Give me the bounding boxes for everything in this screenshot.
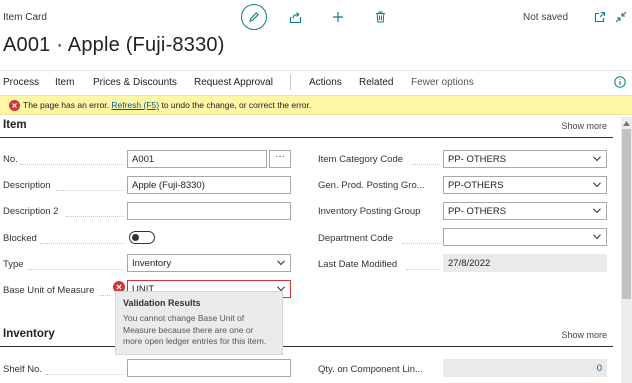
dot-leader — [402, 243, 440, 245]
trash-icon — [375, 11, 385, 23]
edit-button[interactable] — [241, 4, 267, 30]
action-separator — [290, 74, 291, 90]
error-text-after: to undo the change, or correct the error… — [159, 100, 312, 110]
action-prices-discounts[interactable]: Prices & Discounts — [93, 77, 177, 88]
error-text-before: The page has an error. — [23, 100, 112, 110]
gen-prod-posting-field[interactable]: PP-OTHERS — [443, 176, 607, 194]
dot-leader — [46, 374, 124, 376]
save-status: Not saved — [523, 12, 569, 23]
dot-leader — [40, 243, 124, 245]
validation-title: Validation Results — [123, 298, 201, 308]
action-bar: Process Item Prices & Discounts Request … — [0, 70, 632, 95]
inventory-posting-label: Inventory Posting Group — [318, 206, 421, 217]
item-show-more-link[interactable]: Show more — [561, 121, 607, 131]
scroll-up-icon[interactable] — [623, 121, 630, 126]
vertical-scrollbar[interactable] — [621, 117, 632, 383]
blocked-toggle[interactable] — [129, 231, 155, 244]
department-code-field[interactable] — [443, 228, 607, 246]
dot-leader — [28, 269, 124, 271]
department-code-label: Department Code — [318, 233, 393, 244]
pencil-icon — [249, 12, 259, 22]
validation-tooltip: Validation Results You cannot change Bas… — [115, 291, 283, 355]
inventory-posting-value: PP- OTHERS — [448, 206, 507, 217]
type-select[interactable]: Inventory — [127, 254, 291, 272]
open-new-window-icon — [594, 11, 606, 23]
last-date-modified-label: Last Date Modified — [318, 259, 398, 270]
dot-leader — [20, 164, 124, 166]
inventory-posting-field[interactable]: PP- OTHERS — [443, 202, 607, 220]
chevron-down-icon — [593, 156, 601, 162]
chevron-down-icon — [593, 234, 601, 240]
share-icon — [289, 11, 301, 23]
item-category-label: Item Category Code — [318, 154, 404, 165]
dot-leader — [56, 190, 124, 192]
collapse-icon — [615, 11, 627, 23]
item-category-value: PP- OTHERS — [448, 154, 507, 165]
new-button[interactable] — [331, 10, 345, 24]
chevron-down-icon — [593, 182, 601, 188]
no-lookup-button[interactable]: ··· — [269, 150, 291, 168]
gen-prod-posting-label: Gen. Prod. Posting Gro... — [318, 180, 425, 191]
dot-leader — [66, 216, 124, 218]
collapse-button[interactable] — [614, 10, 628, 24]
gen-prod-posting-value: PP-OTHERS — [448, 180, 504, 191]
action-process[interactable]: Process — [3, 77, 39, 88]
description-2-label: Description 2 — [3, 206, 59, 217]
shelf-no-field[interactable] — [127, 359, 291, 377]
open-new-window-button[interactable] — [593, 10, 607, 24]
toggle-knob — [132, 234, 139, 241]
action-request-approval[interactable]: Request Approval — [194, 77, 273, 88]
chevron-down-icon — [593, 208, 601, 214]
error-message: The page has an error. Refresh (F5) to u… — [23, 100, 311, 110]
no-label: No. — [3, 154, 18, 165]
inventory-show-more-link[interactable]: Show more — [561, 330, 607, 340]
description-2-field[interactable] — [127, 202, 291, 220]
error-icon — [9, 100, 20, 111]
error-bar: The page has an error. Refresh (F5) to u… — [0, 95, 632, 115]
type-value: Inventory — [132, 258, 172, 269]
last-date-modified-field: 27/8/2022 — [443, 254, 607, 272]
dot-leader — [412, 164, 440, 166]
item-section-header[interactable]: Item Show more — [0, 115, 613, 138]
chevron-down-icon — [277, 260, 285, 266]
action-actions[interactable]: Actions — [309, 77, 342, 88]
item-section-title: Item — [3, 119, 27, 131]
blocked-label: Blocked — [3, 233, 37, 244]
base-uom-label: Base Unit of Measure — [3, 285, 95, 296]
refresh-link[interactable]: Refresh (F5) — [111, 100, 159, 110]
plus-icon — [333, 12, 343, 22]
shelf-no-label: Shelf No. — [3, 364, 43, 375]
inventory-section-header[interactable]: Inventory Show more — [0, 324, 613, 347]
delete-button[interactable] — [373, 10, 387, 24]
inventory-section-title: Inventory — [3, 328, 55, 340]
qty-component-field[interactable]: 0 — [443, 359, 607, 377]
qty-component-label: Qty. on Component Lin... — [318, 364, 423, 375]
page-type-label: Item Card — [3, 12, 47, 23]
description-label: Description — [3, 180, 51, 191]
type-label: Type — [3, 259, 24, 270]
description-field[interactable]: Apple (Fuji-8330) — [127, 176, 291, 194]
validation-message: You cannot change Base Unit of Measure b… — [123, 313, 267, 346]
page-title: A001 · Apple (Fuji-8330) — [3, 34, 225, 56]
share-button[interactable] — [288, 10, 302, 24]
action-fewer-options[interactable]: Fewer options — [411, 77, 474, 88]
action-related[interactable]: Related — [359, 77, 393, 88]
no-field[interactable]: A001 — [127, 150, 267, 168]
item-category-field[interactable]: PP- OTHERS — [443, 150, 607, 168]
info-icon[interactable] — [614, 76, 626, 88]
action-item[interactable]: Item — [55, 77, 74, 88]
dot-leader — [100, 295, 110, 297]
dot-leader — [406, 269, 440, 271]
scroll-thumb[interactable] — [622, 129, 631, 299]
